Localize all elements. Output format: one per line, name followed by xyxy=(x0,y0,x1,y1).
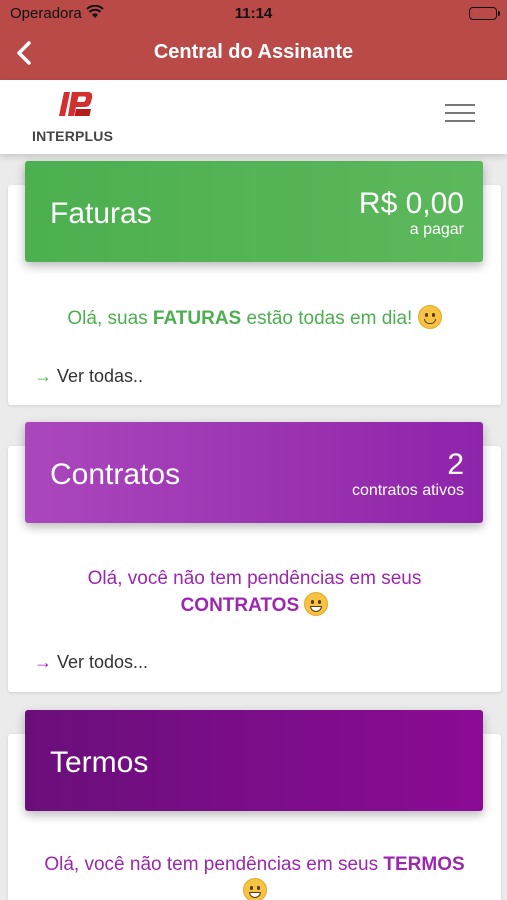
contratos-message: Olá, você não tem pendências em seus CON… xyxy=(87,568,422,616)
battery-icon xyxy=(469,7,500,20)
faturas-message: Olá, suas FATURAS estão todas em dia! xyxy=(23,305,486,332)
status-bar: Operadora 11:14 xyxy=(0,0,507,28)
logo-text: INTERPLUS xyxy=(32,128,114,144)
termos-message: Olá, você não tem pendências em seus TER… xyxy=(23,852,486,900)
termos-title: Termos xyxy=(50,746,149,779)
contratos-title: Contratos xyxy=(50,458,181,491)
arrow-right-icon: → xyxy=(34,366,52,386)
arrow-right-icon: → xyxy=(34,652,52,672)
winking-face-icon xyxy=(417,305,442,329)
grinning-face-icon xyxy=(304,592,329,616)
ver-todos-link[interactable]: → Ver todos... xyxy=(34,652,148,673)
contratos-header[interactable]: Contratos 2 contratos ativos xyxy=(25,422,483,523)
page-title: Central do Assinante xyxy=(153,41,354,63)
contratos-count: 2 xyxy=(447,448,464,481)
termos-card: Termos Olá, você não tem pendências em s… xyxy=(8,710,501,900)
faturas-amount-caption: a pagar xyxy=(409,221,464,238)
interplus-logo: INTERPLUS xyxy=(32,90,122,146)
faturas-header[interactable]: Faturas R$ 0,00 a pagar xyxy=(25,161,483,262)
hamburger-icon[interactable] xyxy=(445,104,477,128)
faturas-amount: R$ 0,00 xyxy=(358,187,464,220)
brand-bar: INTERPLUS xyxy=(0,80,507,154)
clock: 11:14 xyxy=(234,5,273,22)
contratos-count-caption: contratos ativos xyxy=(351,482,464,499)
faturas-title: Faturas xyxy=(50,197,152,230)
termos-header[interactable]: Termos xyxy=(25,710,483,811)
grinning-face-icon xyxy=(242,878,267,900)
ver-todas-link[interactable]: → Ver todas.. xyxy=(34,366,143,387)
faturas-card: Faturas R$ 0,00 a pagar Olá, suas FATURA… xyxy=(8,161,501,405)
nav-bar: Central do Assinante xyxy=(0,28,507,80)
contratos-card: Contratos 2 contratos ativos Olá, você n… xyxy=(8,422,501,692)
